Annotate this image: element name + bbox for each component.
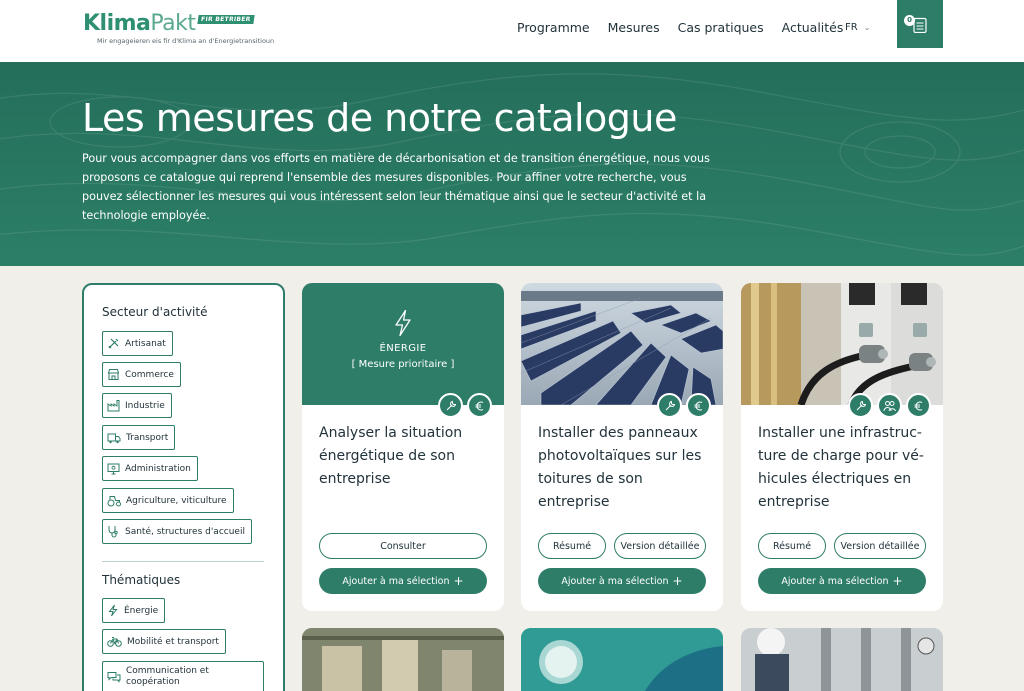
site-header: Klima Pakt FIR BETRIBER Mir engageieren … bbox=[0, 0, 1024, 62]
filter-label-line2: coopération bbox=[126, 677, 180, 687]
filter-label: Communication et coopération bbox=[126, 666, 209, 688]
filter-panel: Secteur d'activité Artisanat Commerce In… bbox=[82, 283, 285, 691]
logo-main-text: Klima bbox=[83, 11, 151, 36]
filter-mobilite-transport[interactable]: Mobilité et transport bbox=[102, 629, 226, 654]
logo-secondary-text: Pakt bbox=[150, 11, 196, 36]
card-title[interactable]: Installer une infrastruc- ture de charge… bbox=[758, 422, 928, 514]
card-category-header: ÉNERGIE [ Mesure prioritaire ] bbox=[302, 283, 504, 405]
filter-label: Énergie bbox=[124, 605, 159, 616]
logo-badge: FIR BETRIBER bbox=[196, 15, 254, 24]
wrench-icon bbox=[657, 393, 682, 418]
filter-industrie[interactable]: Industrie bbox=[102, 393, 172, 418]
summary-button[interactable]: Résumé bbox=[758, 533, 826, 559]
add-to-selection-button[interactable]: Ajouter à ma sélection + bbox=[538, 568, 706, 594]
add-to-selection-label: Ajouter à ma sélection bbox=[781, 575, 889, 587]
people-icon bbox=[877, 393, 902, 418]
measure-card: ÉNERGIE [ Mesure prioritaire ] Analyser … bbox=[302, 283, 504, 611]
add-to-selection-label: Ajouter à ma sélection bbox=[342, 575, 450, 587]
klimapakt-logo[interactable]: Klima Pakt FIR BETRIBER Mir engageieren … bbox=[83, 11, 275, 46]
lightning-icon bbox=[108, 604, 118, 617]
filter-divider bbox=[102, 561, 264, 562]
plus-icon: + bbox=[892, 574, 903, 588]
card-category-label: ÉNERGIE bbox=[379, 343, 427, 354]
lightning-icon bbox=[395, 309, 411, 337]
filter-administration[interactable]: Administration bbox=[102, 456, 198, 481]
card-title[interactable]: Installer des panneaux photovoltaïques s… bbox=[538, 422, 708, 514]
page-title: Les mesures de notre catalogue bbox=[82, 96, 677, 140]
card-title[interactable]: Analyser la situation énergétique de son… bbox=[319, 422, 489, 491]
nav-mesures[interactable]: Mesures bbox=[608, 20, 660, 35]
nav-programme[interactable]: Programme bbox=[517, 20, 590, 35]
summary-button[interactable]: Résumé bbox=[538, 533, 606, 559]
selection-cart-button[interactable]: 0 bbox=[897, 0, 943, 48]
tools-icon bbox=[108, 338, 119, 349]
plus-icon: + bbox=[672, 574, 683, 588]
euro-icon bbox=[686, 393, 711, 418]
filter-energie[interactable]: Énergie bbox=[102, 598, 166, 623]
shop-icon bbox=[107, 369, 120, 380]
language-selector[interactable]: FR ⌄ bbox=[845, 22, 870, 33]
chevron-down-icon: ⌄ bbox=[863, 23, 871, 32]
hero-description: Pour vous accompagner dans vos efforts e… bbox=[82, 152, 710, 222]
wrench-icon bbox=[438, 393, 463, 418]
add-to-selection-button[interactable]: Ajouter à ma sélection + bbox=[319, 568, 487, 594]
filter-label-line1: Communication et bbox=[126, 666, 209, 676]
filter-transport[interactable]: Transport bbox=[102, 425, 176, 450]
wrench-icon bbox=[848, 393, 873, 418]
card-title-line: entreprise bbox=[758, 494, 830, 510]
monitor-icon bbox=[107, 463, 120, 474]
filter-label: Transport bbox=[126, 432, 169, 443]
euro-icon bbox=[906, 393, 931, 418]
ev-charging-station-photo bbox=[741, 283, 943, 405]
measure-card-photo-meter[interactable] bbox=[521, 628, 723, 691]
measure-card-photo-industrial[interactable] bbox=[302, 628, 504, 691]
measure-card-photo-technician[interactable] bbox=[741, 628, 943, 691]
factory-icon bbox=[107, 400, 120, 412]
add-to-selection-label: Ajouter à ma sélection bbox=[561, 575, 669, 587]
filter-sante-structures-accueil[interactable]: Santé, structures d'accueil bbox=[102, 519, 252, 544]
chat-icon bbox=[107, 672, 121, 683]
stethoscope-icon bbox=[108, 526, 118, 538]
detailed-version-button[interactable]: Version détaillée bbox=[614, 533, 706, 559]
detailed-version-button[interactable]: Version détaillée bbox=[834, 533, 926, 559]
filter-label: Agriculture, viticulture bbox=[126, 495, 227, 506]
filter-agriculture-viticulture[interactable]: Agriculture, viticulture bbox=[102, 488, 234, 513]
tractor-icon bbox=[107, 495, 121, 506]
nav-actualites[interactable]: Actualités bbox=[782, 20, 844, 35]
card-title-line: ture de charge pour vé- bbox=[758, 448, 924, 464]
theme-filter-heading: Thématiques bbox=[102, 573, 181, 587]
card-badges bbox=[657, 393, 711, 418]
hero-banner: Les mesures de notre catalogue Pour vous… bbox=[0, 62, 1024, 266]
filter-label: Commerce bbox=[125, 369, 174, 380]
measure-card: Installer des panneaux photovoltaïques s… bbox=[521, 283, 723, 611]
solar-panels-rooftop-photo bbox=[521, 283, 723, 405]
filter-communication-cooperation[interactable]: Communication et coopération bbox=[102, 661, 264, 691]
nav-cas-pratiques[interactable]: Cas pratiques bbox=[678, 20, 764, 35]
plus-icon: + bbox=[453, 574, 464, 588]
filter-commerce[interactable]: Commerce bbox=[102, 362, 181, 387]
language-label: FR bbox=[845, 22, 858, 33]
card-priority-label: [ Mesure prioritaire ] bbox=[351, 359, 455, 370]
clipboard-list-icon bbox=[913, 17, 927, 33]
logo-tagline: Mir engageieren eis fir d'Klima an d'Ene… bbox=[97, 37, 275, 45]
card-title-line: hicules électriques en bbox=[758, 471, 912, 487]
filter-label: Industrie bbox=[125, 400, 165, 411]
measure-card: Installer une infrastruc- ture de charge… bbox=[741, 283, 943, 611]
filter-label: Administration bbox=[125, 463, 191, 474]
bicycle-icon bbox=[107, 637, 122, 647]
filter-artisanat[interactable]: Artisanat bbox=[102, 331, 173, 356]
card-badges bbox=[848, 393, 931, 418]
sector-filter-heading: Secteur d'activité bbox=[102, 305, 208, 319]
truck-icon bbox=[107, 433, 121, 443]
main-nav: Programme Mesures Cas pratiques Actualit… bbox=[517, 20, 861, 35]
add-to-selection-button[interactable]: Ajouter à ma sélection + bbox=[758, 568, 926, 594]
filter-label: Santé, structures d'accueil bbox=[125, 526, 245, 537]
card-badges bbox=[438, 393, 492, 418]
euro-icon bbox=[467, 393, 492, 418]
filter-label: Artisanat bbox=[125, 338, 166, 349]
consult-button[interactable]: Consulter bbox=[319, 533, 487, 559]
card-title-line: Installer une infrastruc- bbox=[758, 425, 922, 441]
filter-label: Mobilité et transport bbox=[127, 636, 219, 647]
